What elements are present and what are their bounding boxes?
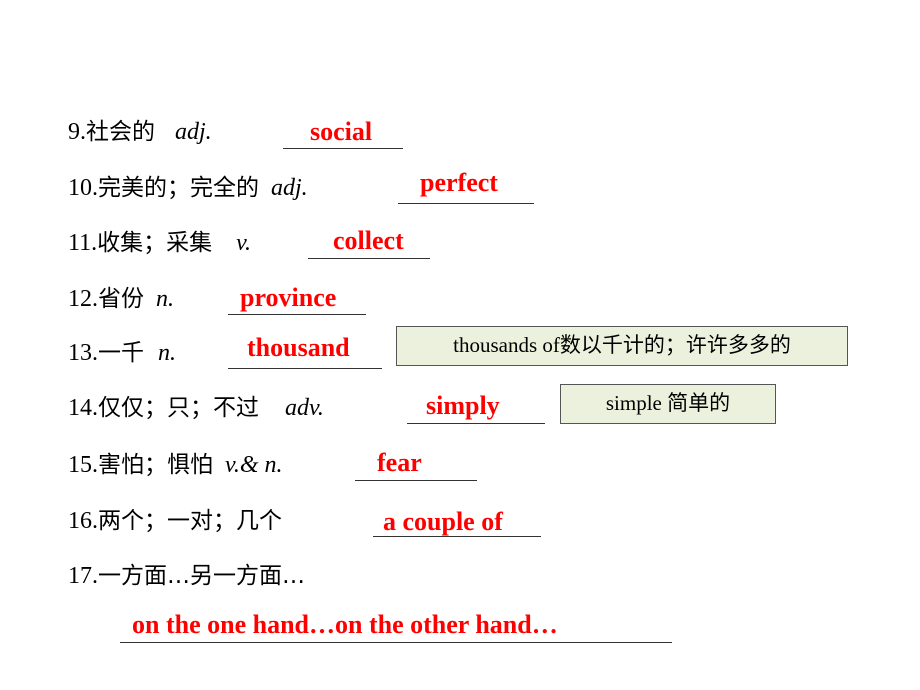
chinese-meaning: 完美的；完全的 [98, 175, 259, 201]
part-of-speech: v.& n. [225, 452, 283, 478]
answer-blank [228, 368, 382, 369]
item-number: 10. [68, 175, 98, 201]
vocab-item-13: 13.一千 n. [68, 338, 176, 368]
chinese-meaning: 社会的 [86, 119, 155, 145]
answer-text: thousand [247, 333, 350, 362]
chinese-meaning: 收集；采集 [97, 230, 213, 256]
answer-text: fear [377, 448, 422, 477]
part-of-speech: adv. [285, 395, 324, 421]
vocab-item-11: 11.收集；采集 v. [68, 228, 251, 258]
chinese-meaning: 一方面…另一方面… [98, 563, 305, 589]
note-english: thousands of [453, 333, 560, 357]
answer-blank [308, 258, 430, 259]
answer-blank [398, 203, 534, 204]
answer-blank [228, 314, 366, 315]
answer-text: collect [333, 226, 404, 255]
answer-text: province [240, 283, 337, 312]
part-of-speech: n. [158, 340, 176, 366]
vocab-item-14: 14.仅仅；只；不过 adv. [68, 393, 324, 423]
chinese-meaning: 一千 [98, 340, 144, 366]
vocab-item-12: 12.省份 n. [68, 284, 174, 314]
chinese-meaning: 两个；一对；几个 [98, 508, 282, 534]
vocab-item-17: 17.一方面…另一方面… [68, 561, 305, 591]
item-number: 12. [68, 286, 98, 312]
item-number: 11. [68, 230, 98, 256]
answer-blank [120, 642, 672, 643]
vocab-item-10: 10.完美的；完全的 adj. [68, 173, 308, 203]
note-box-simple: simple 简单的 [560, 384, 776, 424]
answer-text: a couple of [383, 507, 503, 536]
item-number: 15. [68, 452, 98, 478]
item-number: 9. [68, 119, 86, 145]
part-of-speech: v. [236, 230, 251, 256]
item-number: 17. [68, 563, 98, 589]
vocab-item-15: 15.害怕；惧怕 v.& n. [68, 450, 283, 480]
answer-text: perfect [420, 168, 498, 197]
chinese-meaning: 省份 [98, 286, 144, 312]
answer-text: simply [426, 391, 500, 420]
note-english: simple [605, 391, 668, 415]
answer-blank [407, 423, 545, 424]
part-of-speech: n. [156, 286, 174, 312]
item-number: 16. [68, 508, 98, 534]
part-of-speech: adj. [271, 175, 308, 201]
item-number: 14. [68, 395, 98, 421]
note-box-thousands-of: thousands of数以千计的；许许多多的 [396, 326, 848, 366]
part-of-speech: adj. [175, 119, 212, 145]
chinese-meaning: 害怕；惧怕 [98, 452, 213, 478]
vocab-item-16: 16.两个；一对；几个 [68, 506, 282, 536]
vocab-item-9: 9.社会的 adj. [68, 117, 212, 147]
chinese-meaning: 仅仅；只；不过 [98, 395, 259, 421]
item-number: 13. [68, 340, 98, 366]
answer-blank [283, 148, 403, 149]
note-chinese: 数以千计的；许许多多的 [559, 333, 791, 357]
answer-text: social [310, 117, 373, 146]
answer-blank [355, 480, 477, 481]
note-chinese: 简单的 [667, 391, 731, 415]
answer-text: on the one hand…on the other hand… [132, 610, 558, 639]
